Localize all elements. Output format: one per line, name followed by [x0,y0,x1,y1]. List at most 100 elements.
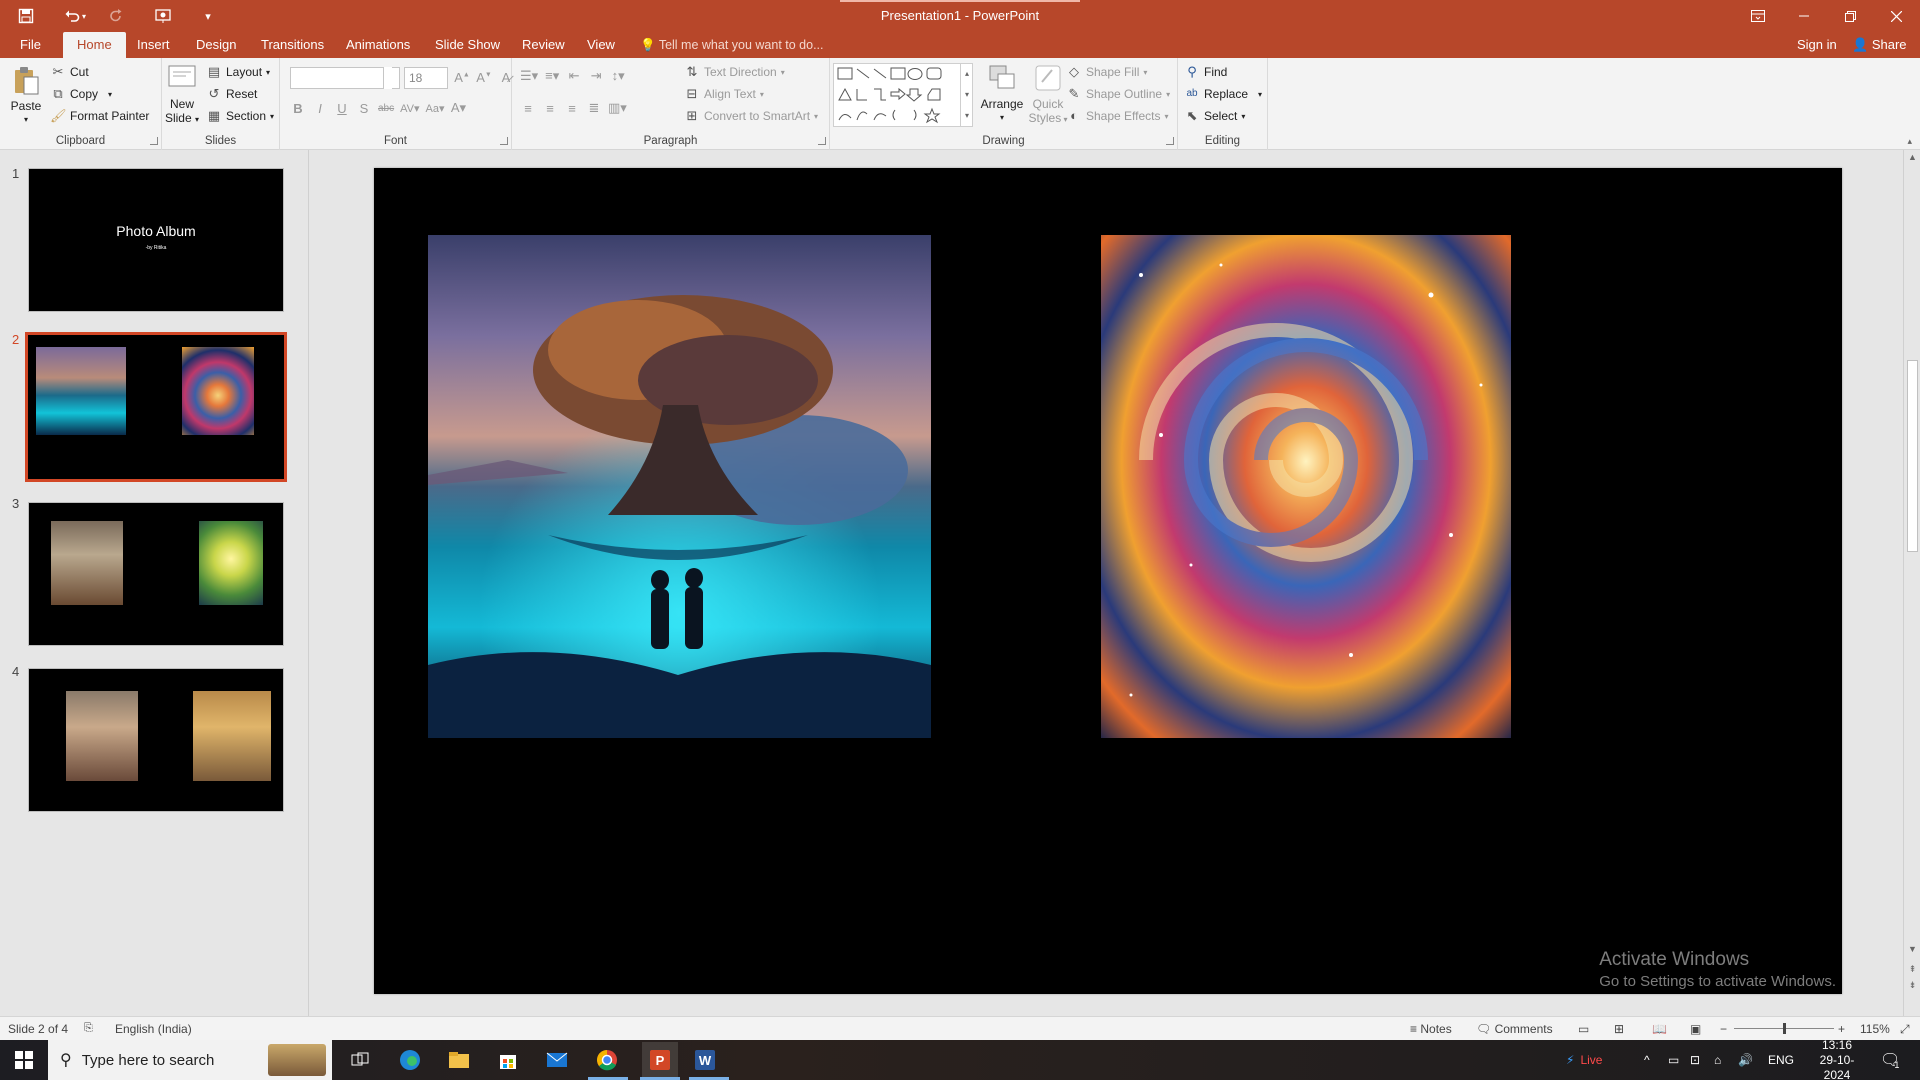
format-painter-button[interactable]: 🖌 Format Painter [50,108,149,124]
zoom-out-icon[interactable]: − [1720,1022,1727,1036]
change-case-icon[interactable]: Aa▾ [426,102,445,115]
section-button[interactable]: ▦ Section ▾ [206,108,274,124]
slideshow-view-icon[interactable]: ▣ [1690,1022,1701,1036]
minimize-icon[interactable] [1781,0,1827,32]
underline-icon[interactable]: U [334,101,350,116]
spellcheck-icon[interactable]: ⎘ [84,1022,93,1035]
file-explorer-icon[interactable] [445,1046,473,1074]
text-shadow-icon[interactable]: S [356,101,372,116]
windows-start-icon[interactable] [10,1046,38,1074]
tab-view[interactable]: View [577,32,625,58]
zoom-level[interactable]: 115% [1860,1022,1890,1036]
align-center-icon[interactable]: ≡ [542,101,558,116]
tab-design[interactable]: Design [186,32,246,58]
align-left-icon[interactable]: ≡ [520,101,536,116]
slide-thumbnail-4[interactable] [28,668,284,812]
new-slide-button[interactable]: New Slide ▾ [162,62,202,127]
bold-icon[interactable]: B [290,101,306,116]
text-direction-button[interactable]: ⇅ Text Direction ▾ [684,64,785,80]
close-icon[interactable] [1873,0,1919,32]
task-view-icon[interactable] [346,1046,374,1074]
italic-icon[interactable]: I [312,101,328,116]
current-slide[interactable]: Activate Windows Go to Settings to activ… [374,168,1842,994]
ribbon-display-options-icon[interactable] [1735,0,1781,32]
vertical-scrollbar[interactable]: ▲ ▼ ⇞ ⇟ [1903,150,1920,1016]
meet-now-icon[interactable]: ▭ [1668,1040,1679,1080]
scroll-up-icon[interactable]: ▲ [1904,152,1920,162]
chrome-icon[interactable] [593,1046,621,1074]
sign-in-link[interactable]: Sign in [1797,32,1837,58]
character-spacing-icon[interactable]: AV▾ [400,102,419,115]
font-launcher-icon[interactable] [500,137,508,145]
next-slide-icon[interactable]: ⇟ [1904,980,1920,991]
clipboard-launcher-icon[interactable] [150,137,158,145]
tree-island-image[interactable] [428,235,931,738]
taskbar-search-box[interactable]: ⚲ Type here to search [48,1040,332,1080]
reset-button[interactable]: ↺ Reset [206,86,258,102]
comments-button[interactable]: 🗨 Comments [1476,1022,1553,1036]
slide-thumbnail-3[interactable] [28,502,284,646]
decrease-indent-icon[interactable]: ⇤ [566,68,582,84]
shrink-font-icon[interactable]: A▼ [476,70,492,85]
word-icon[interactable]: W [691,1046,719,1074]
align-right-icon[interactable]: ≡ [564,101,580,116]
galaxy-swirl-image[interactable] [1101,235,1511,738]
tab-transitions[interactable]: Transitions [251,32,334,58]
shape-effects-button[interactable]: ◐ Shape Effects ▾ [1066,108,1168,124]
align-text-button[interactable]: ⊟ Align Text ▾ [684,86,764,102]
slide-thumbnail-2[interactable] [25,332,287,482]
shape-fill-button[interactable]: ◇ Shape Fill ▾ [1066,64,1147,80]
tab-home[interactable]: Home [63,32,126,58]
layout-button[interactable]: ▤ Layout ▾ [206,64,270,80]
line-spacing-icon[interactable]: ↕▾ [610,68,626,84]
select-button[interactable]: ⬉ Select ▾ [1184,108,1246,124]
share-button[interactable]: 👤 Share [1852,32,1907,58]
tell-me-box[interactable]: 💡 Tell me what you want to do... [640,32,824,58]
shapes-gallery[interactable] [833,63,973,127]
network-icon[interactable]: ⌂ [1714,1040,1721,1080]
quick-styles-button[interactable]: Quick Styles ▾ [1026,62,1070,127]
show-hidden-icons-icon[interactable]: ^ [1644,1040,1650,1080]
copy-button[interactable]: ⧉ Copy ▾ [50,86,112,102]
volume-icon[interactable]: 🔊 [1738,1040,1753,1080]
justify-icon[interactable]: ≣ [586,100,602,116]
tab-review[interactable]: Review [512,32,575,58]
mail-icon[interactable] [543,1046,571,1074]
shapes-gallery-scroll[interactable]: ▴ ▾ ▾ [960,63,973,127]
tab-file[interactable]: File [10,32,51,58]
cut-button[interactable]: ✂ Cut [50,64,89,80]
drawing-launcher-icon[interactable] [1166,137,1174,145]
zoom-slider-thumb[interactable] [1783,1023,1786,1034]
scroll-thumb[interactable] [1907,360,1918,552]
numbering-icon[interactable]: ≡▾ [544,68,560,84]
tab-insert[interactable]: Insert [127,32,180,58]
notes-button[interactable]: ≡ Notes [1410,1022,1452,1036]
columns-icon[interactable]: ▥▾ [608,100,627,116]
slide-thumbnail-1[interactable]: Photo Album -by Ritika [28,168,284,312]
find-button[interactable]: ⚲ Find [1184,64,1227,80]
fit-slide-icon[interactable]: ⤢ [1900,1022,1910,1037]
notifications-icon[interactable]: 🗨 1 [1880,1040,1900,1080]
language-indicator[interactable]: English (India) [115,1022,192,1036]
powerpoint-icon[interactable]: P [642,1042,678,1078]
font-size-box[interactable]: 18 [404,67,448,89]
clock[interactable]: 13:16 29-10-2024 [1808,1038,1866,1080]
store-icon[interactable] [494,1046,522,1074]
edge-icon[interactable] [396,1046,424,1074]
normal-view-icon[interactable]: ▭ [1578,1022,1589,1036]
collapse-ribbon-icon[interactable]: ▴ [1907,136,1912,147]
display-icon[interactable]: ⊡ [1690,1040,1700,1080]
live-widget[interactable]: ⚡ Live [1566,1040,1602,1080]
increase-indent-icon[interactable]: ⇥ [588,68,604,84]
strikethrough-icon[interactable]: abc [378,103,394,114]
reading-view-icon[interactable]: 📖 [1652,1022,1667,1036]
grow-font-icon[interactable]: A▲ [454,70,470,85]
replace-button[interactable]: ab Replace ▾ [1184,86,1262,102]
language-indicator-taskbar[interactable]: ENG [1768,1040,1794,1080]
bullets-icon[interactable]: ☰▾ [520,68,538,84]
paste-button[interactable]: Paste ▾ [6,64,46,127]
shape-outline-button[interactable]: ✎ Shape Outline ▾ [1066,86,1171,102]
scroll-down-icon[interactable]: ▼ [1904,944,1920,954]
slide-sorter-icon[interactable]: ⊞ [1614,1022,1624,1036]
zoom-in-icon[interactable]: + [1838,1022,1845,1036]
